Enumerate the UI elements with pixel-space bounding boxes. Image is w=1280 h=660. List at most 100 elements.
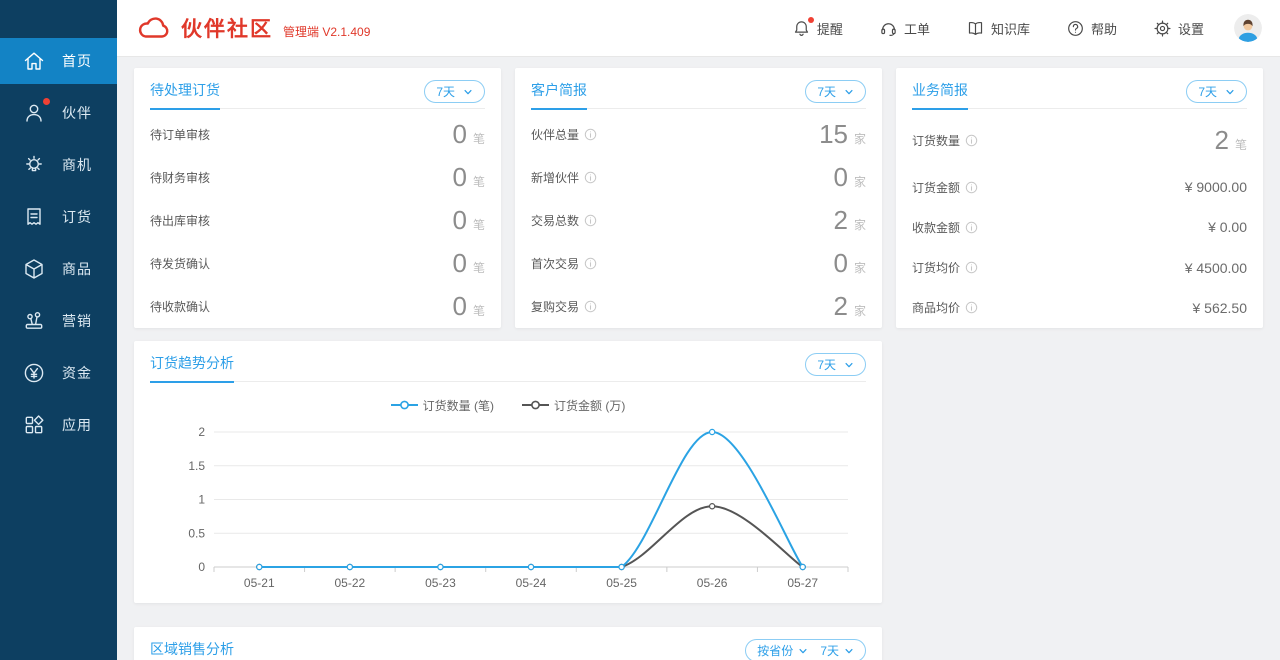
topbar-action-bell[interactable]: 提醒 (792, 19, 843, 38)
sidebar-item-label: 首页 (62, 51, 92, 71)
topbar-action-question[interactable]: 帮助 (1066, 19, 1117, 38)
book-icon (966, 19, 985, 38)
period-value: 7天 (1198, 83, 1217, 100)
info-icon[interactable] (960, 221, 978, 234)
legend-item[interactable]: 订货数量 (笔) (391, 397, 494, 414)
data-point[interactable] (347, 564, 352, 569)
y-tick-label: 1 (198, 493, 205, 507)
stat-label: 订货数量 (912, 132, 978, 149)
period-select[interactable]: 7天 (805, 353, 866, 376)
stat-unit: 家 (854, 259, 866, 276)
topbar: 伙伴社区 管理端 V2.1.409 提醒 工单 知识库 帮助 设置 (117, 0, 1280, 57)
y-tick-label: 0 (198, 560, 205, 574)
x-tick-label: 05-22 (335, 576, 366, 590)
main-content: 待处理订货 7天 待订单审核0笔待财务审核0笔待出库审核0笔待发货确认0笔待收款… (117, 57, 1280, 660)
info-icon[interactable] (579, 300, 597, 313)
info-icon[interactable] (960, 301, 978, 314)
sidebar-item-opportunity[interactable]: 商机 (0, 142, 117, 188)
stat-value: 0笔 (453, 205, 485, 236)
chevron-down-icon (844, 87, 854, 97)
info-icon[interactable] (960, 181, 978, 194)
stat-number: 15 (819, 119, 848, 150)
topbar-action-label: 知识库 (991, 19, 1030, 38)
info-icon[interactable] (960, 261, 978, 274)
legend-item[interactable]: 订货金额 (万) (522, 397, 625, 414)
info-icon[interactable] (579, 171, 597, 184)
stat-number: 0 (453, 291, 467, 322)
province-select[interactable]: 按省份 (757, 642, 808, 659)
notification-dot (43, 98, 50, 105)
sidebar-item-order[interactable]: 订货 (0, 194, 117, 240)
sidebar-item-label: 营销 (62, 311, 92, 331)
data-point[interactable] (438, 564, 443, 569)
info-icon[interactable] (579, 257, 597, 270)
sidebar-item-label: 资金 (62, 363, 92, 383)
card-header: 订货趋势分析 7天 (150, 341, 866, 382)
period-select[interactable]: 7天 (1186, 80, 1247, 103)
sidebar-item-funds[interactable]: 资金 (0, 350, 117, 396)
info-icon[interactable] (579, 128, 597, 141)
x-tick-label: 05-23 (425, 576, 456, 590)
x-tick-label: 05-26 (697, 576, 728, 590)
sidebar-item-partner[interactable]: 伙伴 (0, 90, 117, 136)
card-header: 待处理订货 7天 (150, 68, 485, 109)
sidebar-item-apps[interactable]: 应用 (0, 402, 117, 448)
data-point[interactable] (528, 564, 533, 569)
topbar-action-book[interactable]: 知识库 (966, 19, 1030, 38)
stat-value: 2家 (834, 205, 866, 236)
stat-number: 0 (834, 248, 848, 279)
stat-row: 收款金额¥ 0.00 (912, 219, 1247, 236)
stat-card-row: 待处理订货 7天 待订单审核0笔待财务审核0笔待出库审核0笔待发货确认0笔待收款… (134, 68, 1263, 328)
stat-value: 0家 (834, 162, 866, 193)
stat-number: 0 (453, 248, 467, 279)
period-value: 7天 (820, 642, 839, 659)
topbar-action-headset[interactable]: 工单 (879, 19, 930, 38)
province-value: 按省份 (757, 642, 793, 659)
data-point[interactable] (710, 429, 715, 434)
stat-label: 待出库审核 (150, 212, 210, 229)
app-title: 伙伴社区 (181, 13, 273, 43)
topbar-action-label: 帮助 (1091, 19, 1117, 38)
region-filters[interactable]: 按省份 7天 (745, 639, 866, 660)
data-point[interactable] (710, 504, 715, 509)
period-select[interactable]: 7天 (820, 642, 854, 659)
info-icon[interactable] (579, 214, 597, 227)
stat-label: 收款金额 (912, 219, 978, 236)
data-point[interactable] (257, 564, 262, 569)
sidebar-item-home[interactable]: 首页 (0, 38, 117, 84)
stat-value: 0笔 (453, 248, 485, 279)
opportunity-icon (22, 153, 46, 177)
stat-row: 商品均价¥ 562.50 (912, 299, 1247, 316)
topbar-action-gear[interactable]: 设置 (1153, 19, 1204, 38)
stat-value: 0笔 (453, 162, 485, 193)
stat-row: 待订单审核0笔 (150, 119, 485, 150)
stat-unit: 家 (854, 216, 866, 233)
data-point[interactable] (619, 564, 624, 569)
app-version: 管理端 V2.1.409 (283, 23, 370, 40)
stat-label: 商品均价 (912, 299, 978, 316)
product-icon (22, 257, 46, 281)
period-select[interactable]: 7天 (424, 80, 485, 103)
card-customer-brief: 客户简报 7天 伙伴总量15家新增伙伴0家交易总数2家首次交易0家复购交易2家 (515, 68, 882, 328)
period-value: 7天 (817, 356, 836, 373)
stat-number: 2 (1215, 125, 1229, 156)
period-select[interactable]: 7天 (805, 80, 866, 103)
stat-money-value: ¥ 9000.00 (1185, 179, 1247, 195)
stat-value: ¥ 9000.00 (1185, 179, 1247, 195)
bell-icon (792, 19, 811, 38)
data-point[interactable] (800, 564, 805, 569)
sidebar-nav: 首页伙伴商机订货商品营销资金应用 (0, 38, 117, 448)
stat-value: 0笔 (453, 291, 485, 322)
marketing-icon (22, 309, 46, 333)
stat-label: 待订单审核 (150, 126, 210, 143)
x-tick-label: 05-21 (244, 576, 275, 590)
y-tick-label: 1.5 (188, 459, 205, 473)
stat-rows: 伙伴总量15家新增伙伴0家交易总数2家首次交易0家复购交易2家 (531, 109, 866, 328)
sidebar-item-product[interactable]: 商品 (0, 246, 117, 292)
user-avatar[interactable] (1234, 14, 1262, 42)
card-title: 区域销售分析 (150, 639, 234, 660)
sidebar-item-marketing[interactable]: 营销 (0, 298, 117, 344)
stat-row: 首次交易 0家 (531, 248, 866, 279)
info-icon[interactable] (960, 134, 978, 147)
stat-label: 首次交易 (531, 255, 597, 272)
